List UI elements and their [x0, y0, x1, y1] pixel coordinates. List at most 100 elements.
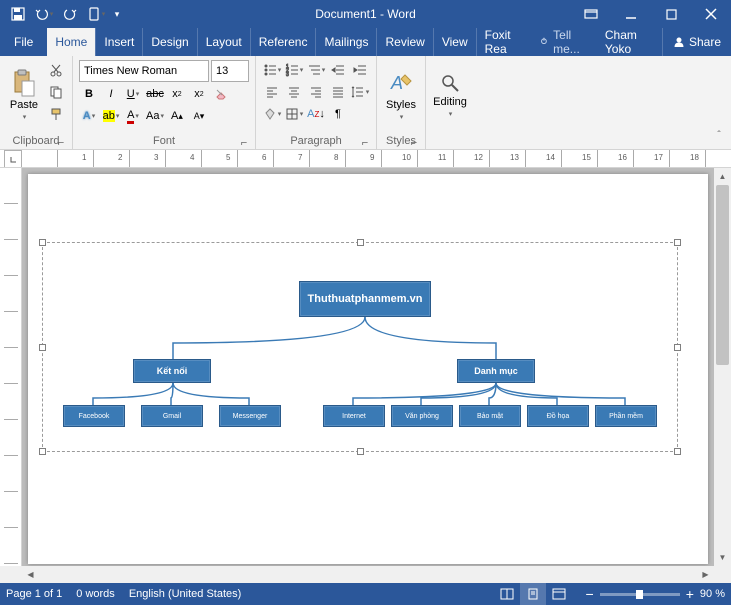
tab-mailings[interactable]: Mailings — [315, 28, 376, 56]
shading-icon[interactable]: ▾ — [262, 104, 282, 124]
zoom-out-icon[interactable]: − — [586, 586, 594, 602]
bullets-icon[interactable]: ▾ — [262, 60, 282, 80]
decrease-indent-icon[interactable] — [328, 60, 348, 80]
cut-icon[interactable] — [46, 60, 66, 80]
paste-button[interactable]: Paste ▾ — [4, 58, 44, 132]
align-left-icon[interactable] — [262, 82, 282, 102]
tab-foxit[interactable]: Foxit Rea — [476, 28, 534, 56]
align-right-icon[interactable] — [306, 82, 326, 102]
superscript-icon[interactable]: x2 — [189, 84, 209, 104]
word-count[interactable]: 0 words — [76, 588, 115, 600]
justify-icon[interactable] — [328, 82, 348, 102]
editing-button[interactable]: Editing ▾ — [430, 58, 470, 132]
tab-layout[interactable]: Layout — [197, 28, 250, 56]
scroll-up-icon[interactable]: ▲ — [714, 168, 731, 185]
tab-home[interactable]: Home — [47, 28, 95, 56]
qat-customize-icon[interactable]: ▾ — [110, 2, 124, 26]
diagram-node-leaf[interactable]: Văn phòng — [391, 405, 453, 427]
italic-icon[interactable]: I — [101, 84, 121, 104]
font-color-icon[interactable]: A▾ — [123, 106, 143, 126]
format-painter-icon[interactable] — [46, 104, 66, 124]
underline-icon[interactable]: U▾ — [123, 84, 143, 104]
diagram-node-level2[interactable]: Kết nối — [133, 359, 211, 383]
resize-handle[interactable] — [357, 448, 364, 455]
text-effects-icon[interactable]: A▾ — [79, 106, 99, 126]
ruler-horizontal[interactable]: 123 456 789 101112 131415 161718 — [0, 150, 731, 168]
diagram-node-leaf[interactable]: Internet — [323, 405, 385, 427]
font-size-select[interactable] — [211, 60, 249, 82]
scroll-left-icon[interactable]: ◀ — [22, 566, 39, 583]
minimize-icon[interactable] — [611, 0, 651, 28]
clear-formatting-icon[interactable] — [211, 84, 231, 104]
strikethrough-icon[interactable]: abc — [145, 84, 165, 104]
document-page[interactable]: Thuthuatphanmem.vn Kết nối Danh mục Face… — [28, 174, 708, 564]
ruler-vertical[interactable] — [0, 168, 22, 566]
save-icon[interactable] — [6, 2, 30, 26]
tab-view[interactable]: View — [433, 28, 476, 56]
diagram-node-leaf[interactable]: Phần mềm — [595, 405, 657, 427]
tab-file[interactable]: File — [0, 28, 47, 56]
resize-handle[interactable] — [357, 239, 364, 246]
read-mode-icon[interactable] — [494, 583, 520, 605]
diagram-node-leaf[interactable]: Bảo mật — [459, 405, 521, 427]
tab-review[interactable]: Review — [376, 28, 432, 56]
numbering-icon[interactable]: 123▾ — [284, 60, 304, 80]
highlight-icon[interactable]: ab▾ — [101, 106, 121, 126]
tab-design[interactable]: Design — [142, 28, 196, 56]
multilevel-list-icon[interactable]: ▾ — [306, 60, 326, 80]
shrink-font-icon[interactable]: A▾ — [189, 106, 209, 126]
borders-icon[interactable]: ▾ — [284, 104, 304, 124]
subscript-icon[interactable]: x2 — [167, 84, 187, 104]
diagram-node-leaf[interactable]: Messenger — [219, 405, 281, 427]
increase-indent-icon[interactable] — [350, 60, 370, 80]
diagram-node-leaf[interactable]: Facebook — [63, 405, 125, 427]
font-name-select[interactable] — [79, 60, 209, 82]
tab-references[interactable]: Referenc — [250, 28, 316, 56]
redo-icon[interactable] — [58, 2, 82, 26]
maximize-icon[interactable] — [651, 0, 691, 28]
language-indicator[interactable]: English (United States) — [129, 588, 242, 600]
close-icon[interactable] — [691, 0, 731, 28]
undo-icon[interactable]: ▾ — [32, 2, 56, 26]
ribbon-display-icon[interactable] — [571, 0, 611, 28]
scroll-thumb[interactable] — [716, 185, 729, 365]
touch-mode-icon[interactable]: ▾ — [84, 2, 108, 26]
show-marks-icon[interactable]: ¶ — [328, 104, 348, 124]
zoom-in-icon[interactable]: + — [686, 586, 694, 602]
change-case-icon[interactable]: Aa▾ — [145, 106, 165, 126]
tab-insert[interactable]: Insert — [95, 28, 142, 56]
bold-icon[interactable]: B — [79, 84, 99, 104]
zoom-slider[interactable] — [600, 593, 680, 596]
font-launcher-icon[interactable]: ⌐ — [239, 137, 249, 147]
resize-handle[interactable] — [674, 344, 681, 351]
web-layout-icon[interactable] — [546, 583, 572, 605]
zoom-level[interactable]: 90 % — [700, 588, 725, 600]
diagram-node-leaf[interactable]: Gmail — [141, 405, 203, 427]
diagram-node-leaf[interactable]: Đồ họa — [527, 405, 589, 427]
smartart-selection[interactable]: Thuthuatphanmem.vn Kết nối Danh mục Face… — [42, 242, 678, 452]
resize-handle[interactable] — [39, 239, 46, 246]
tab-selector-icon[interactable] — [4, 150, 22, 168]
scroll-down-icon[interactable]: ▼ — [714, 549, 731, 566]
diagram-node-root[interactable]: Thuthuatphanmem.vn — [299, 281, 431, 317]
resize-handle[interactable] — [39, 448, 46, 455]
clipboard-launcher-icon[interactable]: ⌐ — [56, 137, 66, 147]
resize-handle[interactable] — [674, 239, 681, 246]
align-center-icon[interactable] — [284, 82, 304, 102]
tell-me-search[interactable]: Tell me... — [534, 28, 597, 56]
page-indicator[interactable]: Page 1 of 1 — [6, 588, 62, 600]
scroll-right-icon[interactable]: ▶ — [697, 566, 714, 583]
horizontal-scrollbar[interactable]: ◀ ▶ — [0, 566, 731, 583]
diagram-node-level2[interactable]: Danh mục — [457, 359, 535, 383]
resize-handle[interactable] — [39, 344, 46, 351]
share-button[interactable]: Share — [662, 28, 731, 56]
collapse-ribbon-icon[interactable]: ˆ — [709, 125, 729, 145]
styles-button[interactable]: A Styles ▾ — [381, 58, 421, 132]
vertical-scrollbar[interactable]: ▲ ▼ — [714, 168, 731, 566]
copy-icon[interactable] — [46, 82, 66, 102]
sort-icon[interactable]: AZ↓ — [306, 104, 326, 124]
line-spacing-icon[interactable]: ▾ — [350, 82, 370, 102]
user-name[interactable]: Cham Yoko — [597, 28, 662, 56]
resize-handle[interactable] — [674, 448, 681, 455]
paragraph-launcher-icon[interactable]: ⌐ — [360, 137, 370, 147]
